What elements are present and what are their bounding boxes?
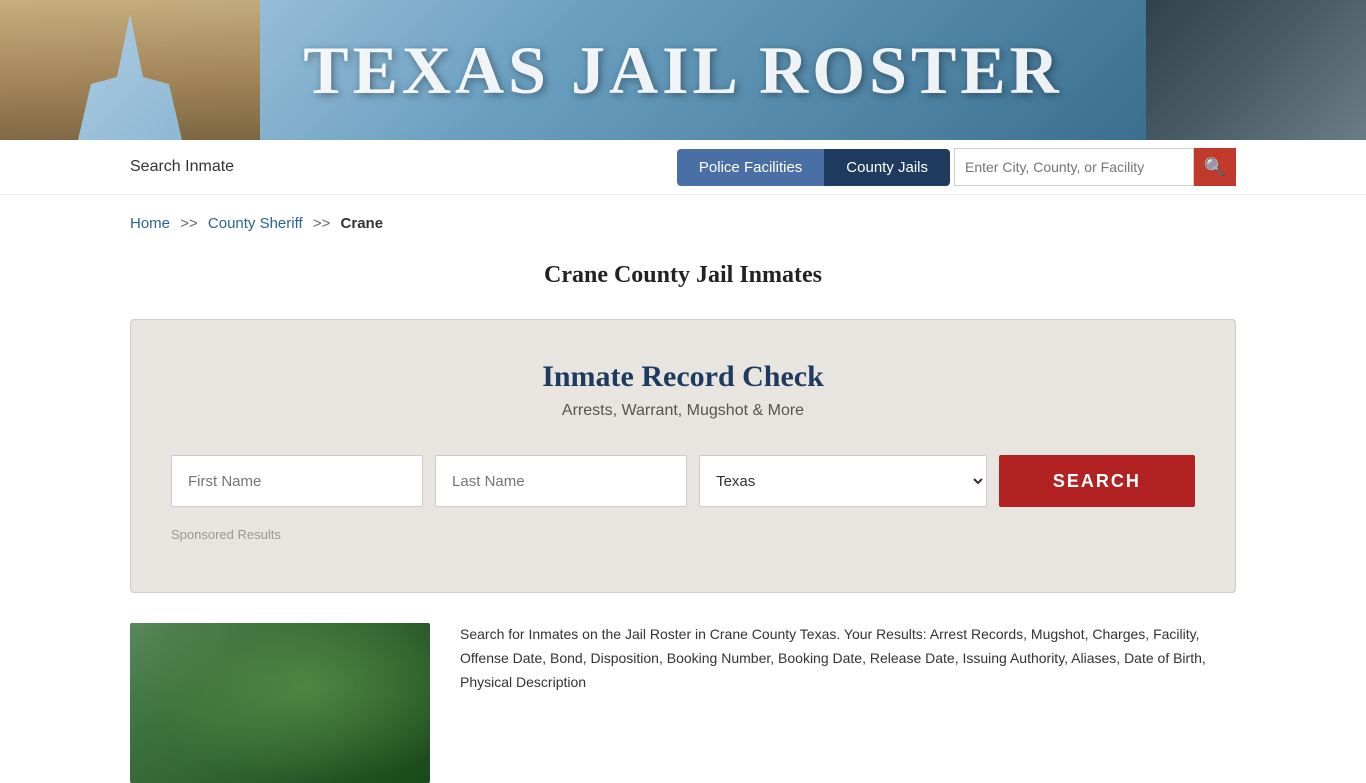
sponsored-results-label: Sponsored Results — [171, 527, 1195, 542]
breadcrumb-sep-1: >> — [180, 215, 198, 232]
breadcrumb-home[interactable]: Home — [130, 215, 170, 232]
breadcrumb: Home >> County Sheriff >> Crane — [0, 195, 1366, 242]
site-title: Texas Jail Roster — [303, 31, 1063, 110]
facility-search-button[interactable]: 🔍 — [1194, 148, 1236, 186]
search-icon: 🔍 — [1204, 157, 1226, 178]
page-title: Crane County Jail Inmates — [0, 262, 1366, 289]
police-facilities-button[interactable]: Police Facilities — [677, 149, 824, 186]
record-search-button[interactable]: SEARCH — [999, 455, 1195, 507]
nav-buttons: Police Facilities County Jails 🔍 — [677, 148, 1236, 186]
record-check-title: Inmate Record Check — [171, 360, 1195, 394]
county-description: Search for Inmates on the Jail Roster in… — [460, 623, 1236, 694]
record-check-section: Inmate Record Check Arrests, Warrant, Mu… — [130, 319, 1236, 593]
breadcrumb-county-sheriff[interactable]: County Sheriff — [208, 215, 303, 232]
breadcrumb-current: Crane — [341, 215, 384, 232]
county-jails-button[interactable]: County Jails — [824, 149, 950, 186]
capitol-image — [0, 0, 260, 140]
record-check-subtitle: Arrests, Warrant, Mugshot & More — [171, 402, 1195, 420]
key-image — [1146, 0, 1366, 140]
breadcrumb-sep-2: >> — [313, 215, 331, 232]
bottom-section: Search for Inmates on the Jail Roster in… — [130, 623, 1236, 783]
county-image — [130, 623, 430, 783]
state-select[interactable]: AlabamaAlaskaArizonaArkansas CaliforniaC… — [699, 455, 987, 507]
search-inmate-label: Search Inmate — [130, 158, 234, 176]
facility-search-input[interactable] — [954, 148, 1194, 186]
record-check-form: AlabamaAlaskaArizonaArkansas CaliforniaC… — [171, 455, 1195, 507]
first-name-input[interactable] — [171, 455, 423, 507]
navigation-bar: Search Inmate Police Facilities County J… — [0, 140, 1366, 195]
header-banner: Texas Jail Roster — [0, 0, 1366, 140]
last-name-input[interactable] — [435, 455, 687, 507]
facility-search-wrap: 🔍 — [954, 148, 1236, 186]
